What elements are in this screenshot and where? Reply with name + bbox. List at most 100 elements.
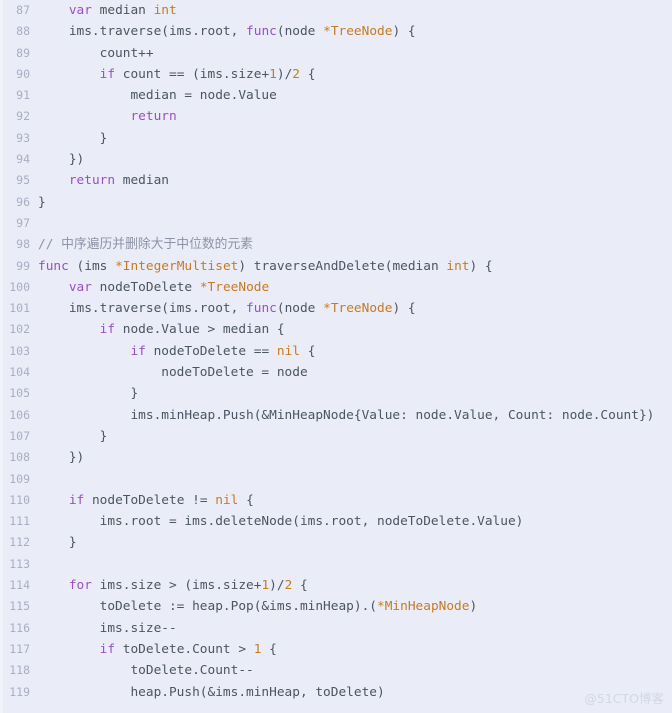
line-content[interactable]: } [38, 532, 672, 553]
line-content[interactable]: } [38, 383, 672, 404]
line-content[interactable]: if node.Value > median { [38, 319, 672, 340]
line-number: 94 [16, 152, 30, 167]
code-line[interactable]: 93 } [0, 128, 672, 149]
line-number: 95 [16, 173, 30, 188]
code-line[interactable]: 109 [0, 469, 672, 490]
code-line[interactable]: 105 } [0, 383, 672, 404]
line-number: 96 [16, 194, 30, 209]
code-line[interactable]: 117 if toDelete.Count > 1 { [0, 639, 672, 660]
code-line[interactable]: 110 if nodeToDelete != nil { [0, 490, 672, 511]
line-number: 102 [9, 322, 30, 337]
line-content[interactable]: if count == (ims.size+1)/2 { [38, 64, 672, 85]
line-number: 115 [9, 599, 30, 614]
code-line[interactable]: 107 } [0, 426, 672, 447]
line-content[interactable]: ims.traverse(ims.root, func(node *TreeNo… [38, 21, 672, 42]
line-content[interactable]: toDelete := heap.Pop(&ims.minHeap).(*Min… [38, 596, 672, 617]
line-content[interactable]: if nodeToDelete != nil { [38, 490, 672, 511]
line-number: 111 [9, 514, 30, 529]
line-content[interactable]: } [38, 426, 672, 447]
line-content[interactable]: if nodeToDelete == nil { [38, 341, 672, 362]
line-number: 108 [9, 450, 30, 465]
line-content[interactable]: ims.minHeap.Push(&MinHeapNode{Value: nod… [38, 405, 672, 426]
code-line[interactable]: 113 [0, 554, 672, 575]
code-line[interactable]: 101 ims.traverse(ims.root, func(node *Tr… [0, 298, 672, 319]
line-number: 103 [9, 343, 30, 358]
watermark-label: @51CTO博客 [584, 691, 664, 706]
line-number: 101 [9, 301, 30, 316]
code-line[interactable]: 91 median = node.Value [0, 85, 672, 106]
line-content[interactable]: ims.root = ims.deleteNode(ims.root, node… [38, 511, 672, 532]
line-content[interactable]: // 中序遍历并删除大于中位数的元素 [38, 234, 672, 255]
code-line-list: 87 var median int 88 ims.traverse(ims.roo… [0, 0, 672, 703]
code-line[interactable]: 96} [0, 192, 672, 213]
line-content[interactable]: count++ [38, 43, 672, 64]
line-content[interactable]: } [38, 192, 672, 213]
line-content[interactable]: }) [38, 447, 672, 468]
line-number: 104 [9, 365, 30, 380]
code-viewer[interactable]: 87 var median int 88 ims.traverse(ims.roo… [0, 0, 672, 713]
line-content[interactable]: median = node.Value [38, 85, 672, 106]
code-line[interactable]: 102 if node.Value > median { [0, 319, 672, 340]
line-content[interactable]: func (ims *IntegerMultiset) traverseAndD… [38, 256, 672, 277]
line-number: 110 [9, 492, 30, 507]
code-line[interactable]: 89 count++ [0, 43, 672, 64]
code-line[interactable]: 103 if nodeToDelete == nil { [0, 341, 672, 362]
code-line[interactable]: 114 for ims.size > (ims.size+1)/2 { [0, 575, 672, 596]
line-content[interactable]: return [38, 106, 672, 127]
code-line[interactable]: 99 func (ims *IntegerMultiset) traverseAn… [0, 256, 672, 277]
line-number: 89 [16, 45, 30, 60]
code-line[interactable]: 98 // 中序遍历并删除大于中位数的元素 [0, 234, 672, 255]
line-number: 91 [16, 88, 30, 103]
line-content[interactable]: }) [38, 149, 672, 170]
line-content[interactable]: var nodeToDelete *TreeNode [38, 277, 672, 298]
line-number: 109 [9, 471, 30, 486]
code-line[interactable]: 95 return median [0, 170, 672, 191]
line-content[interactable] [38, 469, 672, 490]
line-number: 92 [16, 109, 30, 124]
code-line[interactable]: 119 heap.Push(&ims.minHeap, toDelete) [0, 682, 672, 703]
line-number: 118 [9, 663, 30, 678]
line-content[interactable]: heap.Push(&ims.minHeap, toDelete) [38, 682, 672, 703]
code-line[interactable]: 106 ims.minHeap.Push(&MinHeapNode{Value:… [0, 405, 672, 426]
line-content[interactable] [38, 554, 672, 575]
code-line[interactable]: 100 var nodeToDelete *TreeNode [0, 277, 672, 298]
line-content[interactable]: nodeToDelete = node [38, 362, 672, 383]
line-number: 117 [9, 641, 30, 656]
line-number: 99 [16, 258, 30, 273]
code-line[interactable]: 111 ims.root = ims.deleteNode(ims.root, … [0, 511, 672, 532]
line-content[interactable]: } [38, 128, 672, 149]
line-content[interactable]: return median [38, 170, 672, 191]
line-content[interactable]: var median int [38, 0, 672, 21]
code-line[interactable]: 87 var median int [0, 0, 672, 21]
code-line[interactable]: 116 ims.size-- [0, 618, 672, 639]
line-number: 97 [16, 215, 30, 230]
line-number: 116 [9, 620, 30, 635]
line-number: 88 [16, 24, 30, 39]
line-number: 114 [9, 578, 30, 593]
line-number: 87 [16, 3, 30, 17]
line-content[interactable]: if toDelete.Count > 1 { [38, 639, 672, 660]
line-number: 112 [9, 535, 30, 550]
line-content[interactable]: ims.traverse(ims.root, func(node *TreeNo… [38, 298, 672, 319]
code-line[interactable]: 104 nodeToDelete = node [0, 362, 672, 383]
line-content[interactable] [38, 213, 672, 234]
line-number: 105 [9, 386, 30, 401]
code-line[interactable]: 90 if count == (ims.size+1)/2 { [0, 64, 672, 85]
code-line[interactable]: 92 return [0, 106, 672, 127]
line-number: 90 [16, 66, 30, 81]
code-line[interactable]: 115 toDelete := heap.Pop(&ims.minHeap).(… [0, 596, 672, 617]
code-line[interactable]: 88 ims.traverse(ims.root, func(node *Tre… [0, 21, 672, 42]
code-line[interactable]: 118 toDelete.Count-- [0, 660, 672, 681]
code-line[interactable]: 108 }) [0, 447, 672, 468]
line-number: 100 [9, 279, 30, 294]
code-line[interactable]: 97 [0, 213, 672, 234]
code-line[interactable]: 112 } [0, 532, 672, 553]
line-number: 98 [16, 237, 30, 252]
line-content[interactable]: toDelete.Count-- [38, 660, 672, 681]
code-line[interactable]: 94 }) [0, 149, 672, 170]
line-content[interactable]: ims.size-- [38, 618, 672, 639]
line-content[interactable]: for ims.size > (ims.size+1)/2 { [38, 575, 672, 596]
line-number: 119 [9, 684, 30, 699]
line-number: 113 [9, 556, 30, 571]
line-number: 107 [9, 428, 30, 443]
